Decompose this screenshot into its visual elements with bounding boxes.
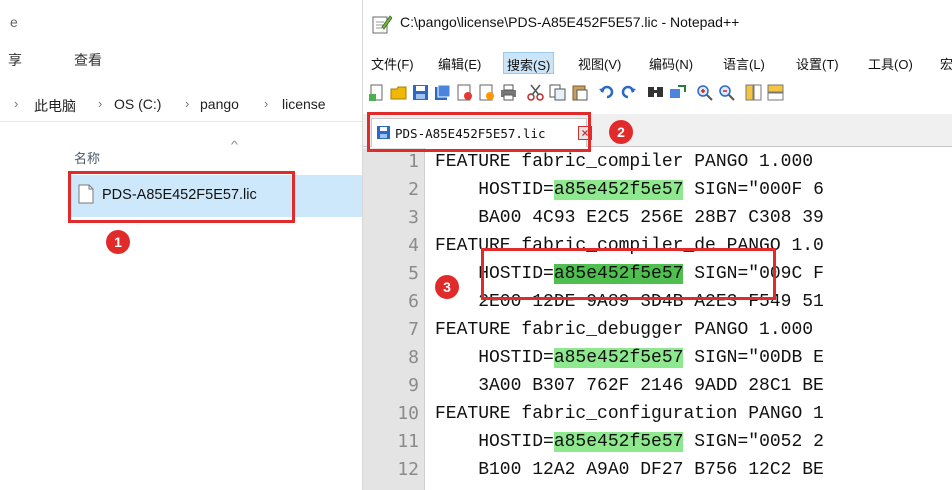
code-line: 3A00 B307 762F 2146 9ADD 28C1 BE <box>435 372 824 400</box>
line-number: 10 <box>397 403 419 424</box>
line-number: 12 <box>397 459 419 480</box>
menu-bar: 文件(F) 编辑(E) 搜索(S) 视图(V) 编码(N) 语言(L) 设置(T… <box>363 50 952 74</box>
breadcrumb-os-c[interactable]: OS (C:) <box>114 96 161 112</box>
zoom-out-icon[interactable] <box>718 84 735 101</box>
line-number: 6 <box>408 291 419 312</box>
line-number-gutter: 1 2 3 4 5 6 7 8 9 10 11 12 <box>363 148 425 490</box>
line-number: 11 <box>397 431 419 452</box>
code-editor[interactable]: 1 2 3 4 5 6 7 8 9 10 11 12 FEATURE fabri… <box>363 148 952 490</box>
chevron-right-icon: › <box>14 96 19 111</box>
code-line: HOSTID=a85e452f5e57 SIGN="00DB E <box>435 344 824 372</box>
undo-icon[interactable] <box>598 84 615 101</box>
print-icon[interactable] <box>500 84 517 101</box>
annotation-box-1 <box>68 171 295 223</box>
annotation-badge-1: 1 <box>106 230 130 254</box>
line-number: 7 <box>408 319 419 340</box>
zoom-in-icon[interactable] <box>696 84 713 101</box>
cut-icon[interactable] <box>527 84 544 101</box>
code-text: HOSTID= <box>435 180 554 200</box>
file-explorer-window: e 享 查看 › 此电脑 › OS (C:) › pango › license… <box>0 0 362 490</box>
hostid-highlight: a85e452f5e57 <box>553 180 684 200</box>
chevron-right-icon: › <box>185 96 190 111</box>
code-line: FEATURE fabric_compiler PANGO 1.000 <box>435 148 824 176</box>
hostid-highlight: a85e452f5e57 <box>553 432 684 452</box>
code-text: FEATURE fabric_compiler PANGO 1.000 <box>435 152 824 172</box>
annotation-badge-3: 3 <box>435 275 459 299</box>
notepadpp-window: C:\pango\license\PDS-A85E452F5E57.lic - … <box>362 0 952 490</box>
line-number: 5 <box>408 263 419 284</box>
code-line: BA00 4C93 E2C5 256E 28B7 C308 39 <box>435 204 824 232</box>
replace-icon[interactable] <box>669 84 686 101</box>
toolbar <box>363 80 952 106</box>
save-icon[interactable] <box>412 84 429 101</box>
code-text: B100 12A2 A9A0 DF27 B756 12C2 BE <box>435 460 824 480</box>
code-text: FEATURE fabric_configuration PANGO 1 <box>435 404 824 424</box>
breadcrumb-this-pc[interactable]: 此电脑 <box>34 96 76 116</box>
ribbon-tab-view[interactable]: 查看 <box>74 50 102 70</box>
close-icon[interactable] <box>456 84 473 101</box>
copy-icon[interactable] <box>549 84 566 101</box>
code-text: HOSTID= <box>435 348 554 368</box>
save-all-icon[interactable] <box>434 84 451 101</box>
breadcrumb-pango[interactable]: pango <box>200 96 239 112</box>
line-number: 4 <box>408 235 419 256</box>
sync-v-icon[interactable] <box>745 84 762 101</box>
column-header-name[interactable]: 名称 <box>74 148 100 167</box>
menu-edit[interactable]: 编辑(E) <box>435 52 484 74</box>
code-line: B100 12A2 A9A0 DF27 B756 12C2 BE <box>435 456 824 484</box>
code-text: SIGN="000F 6 <box>683 180 824 200</box>
menu-encoding[interactable]: 编码(N) <box>646 52 696 74</box>
annotation-badge-2: 2 <box>609 120 633 144</box>
code-line: FEATURE fabric_configuration PANGO 1 <box>435 400 824 428</box>
code-text: SIGN="0052 2 <box>683 432 824 452</box>
notepadpp-app-icon <box>372 15 392 34</box>
menu-view[interactable]: 视图(V) <box>575 52 624 74</box>
window-titlebar[interactable]: C:\pango\license\PDS-A85E452F5E57.lic - … <box>363 0 952 46</box>
sort-up-icon[interactable]: ^ <box>231 140 238 151</box>
menu-tools[interactable]: 工具(O) <box>865 52 916 74</box>
window-title: C:\pango\license\PDS-A85E452F5E57.lic - … <box>400 14 740 30</box>
line-number: 2 <box>408 179 419 200</box>
code-text: 3A00 B307 762F 2146 9ADD 28C1 BE <box>435 376 824 396</box>
sync-h-icon[interactable] <box>767 84 784 101</box>
menu-settings[interactable]: 设置(T) <box>793 52 842 74</box>
breadcrumb: › 此电脑 › OS (C:) › pango › license <box>0 88 362 122</box>
code-line: HOSTID=a85e452f5e57 SIGN="0052 2 <box>435 428 824 456</box>
new-file-icon[interactable] <box>368 84 385 101</box>
breadcrumb-license[interactable]: license <box>282 96 326 112</box>
code-text: FEATURE fabric_debugger PANGO 1.000 <box>435 320 824 340</box>
find-icon[interactable] <box>647 84 664 101</box>
menu-language[interactable]: 语言(L) <box>720 52 768 74</box>
open-file-icon[interactable] <box>390 84 407 101</box>
code-line: FEATURE fabric_debugger PANGO 1.000 <box>435 316 824 344</box>
line-number: 1 <box>408 151 419 172</box>
chevron-right-icon: › <box>98 96 103 111</box>
code-text: BA00 4C93 E2C5 256E 28B7 C308 39 <box>435 208 824 228</box>
chevron-right-icon: › <box>264 96 269 111</box>
line-number: 3 <box>408 207 419 228</box>
ribbon-tab-partial[interactable]: e <box>10 14 18 30</box>
hostid-highlight: a85e452f5e57 <box>553 348 684 368</box>
code-text: SIGN="00DB E <box>683 348 824 368</box>
menu-search[interactable]: 搜索(S) <box>503 52 555 74</box>
line-number: 8 <box>408 347 419 368</box>
close-all-icon[interactable] <box>478 84 495 101</box>
code-text: HOSTID= <box>435 432 554 452</box>
annotation-box-3 <box>481 248 776 300</box>
redo-icon[interactable] <box>620 84 637 101</box>
paste-icon[interactable] <box>571 84 588 101</box>
code-line: HOSTID=a85e452f5e57 SIGN="000F 6 <box>435 176 824 204</box>
menu-macro[interactable]: 宏 <box>937 52 952 74</box>
line-number: 9 <box>408 375 419 396</box>
menu-file[interactable]: 文件(F) <box>368 52 417 74</box>
ribbon-tab-share[interactable]: 享 <box>8 50 22 70</box>
annotation-box-2 <box>367 112 591 152</box>
